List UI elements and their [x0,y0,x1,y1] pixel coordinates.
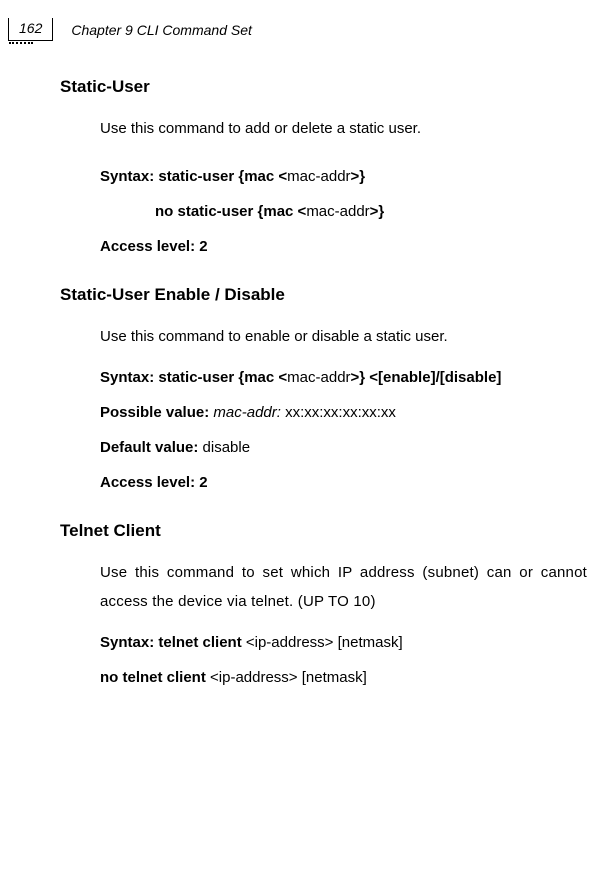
s2-possible-value: Possible value: mac-addr: xx:xx:xx:xx:xx… [100,404,587,421]
s2-description: Use this command to enable or disable a … [100,323,587,352]
s1-syntax2-line: no static-user {mac <mac-addr>} [155,203,587,220]
s2-access: Access level: 2 [100,474,587,491]
s3-description: Use this command to set which IP address… [100,559,587,616]
page-header: 162 Chapter 9 CLI Command Set [8,18,593,41]
content: Static-User Use this command to add or d… [0,77,593,686]
s1-access: Access level: 2 [100,238,587,255]
section-title-telnet-client: Telnet Client [6,521,587,541]
s3-syntax-arg: <ip-address> [netmask] [246,634,403,651]
s1-syntax2-tail: >} [370,203,385,220]
s2-default-label: Default value: [100,439,203,456]
chapter-title: Chapter 9 CLI Command Set [71,22,252,38]
page-number-value: 162 [19,20,42,36]
s2-possible-val: xx:xx:xx:xx:xx:xx [281,404,396,421]
s1-syntax-tail: >} [351,168,366,185]
s1-syntax-label: Syntax: static-user {mac < [100,168,287,185]
s2-syntax-line: Syntax: static-user {mac <mac-addr>} <[e… [100,369,587,386]
s2-possible-arg: mac-addr: [213,404,281,421]
s3-syntax2-arg: <ip-address> [netmask] [210,669,367,686]
s1-syntax2-arg: mac-addr [306,203,369,220]
s1-syntax-line: Syntax: static-user {mac <mac-addr>} [100,168,587,185]
s2-default-val: disable [203,439,251,456]
s3-syntax2-label: no telnet client [100,669,210,686]
s2-possible-label: Possible value: [100,404,213,421]
s1-syntax-arg: mac-addr [287,168,350,185]
page-number: 162 [8,18,53,41]
s3-syntax2-line: no telnet client <ip-address> [netmask] [100,669,587,686]
section-title-static-user: Static-User [6,77,587,97]
s2-syntax-label: Syntax: static-user {mac < [100,369,287,386]
s2-syntax-tail: >} <[enable]/[disable] [351,369,502,386]
section-title-static-user-enable: Static-User Enable / Disable [6,285,587,305]
s2-syntax-arg: mac-addr [287,369,350,386]
page: 162 Chapter 9 CLI Command Set Static-Use… [0,18,613,871]
s3-syntax-line: Syntax: telnet client <ip-address> [netm… [100,634,587,651]
s2-default-value: Default value: disable [100,439,587,456]
s1-description: Use this command to add or delete a stat… [100,115,587,144]
s1-syntax2-label: no static-user {mac < [155,203,306,220]
s3-syntax-label: Syntax: telnet client [100,634,246,651]
